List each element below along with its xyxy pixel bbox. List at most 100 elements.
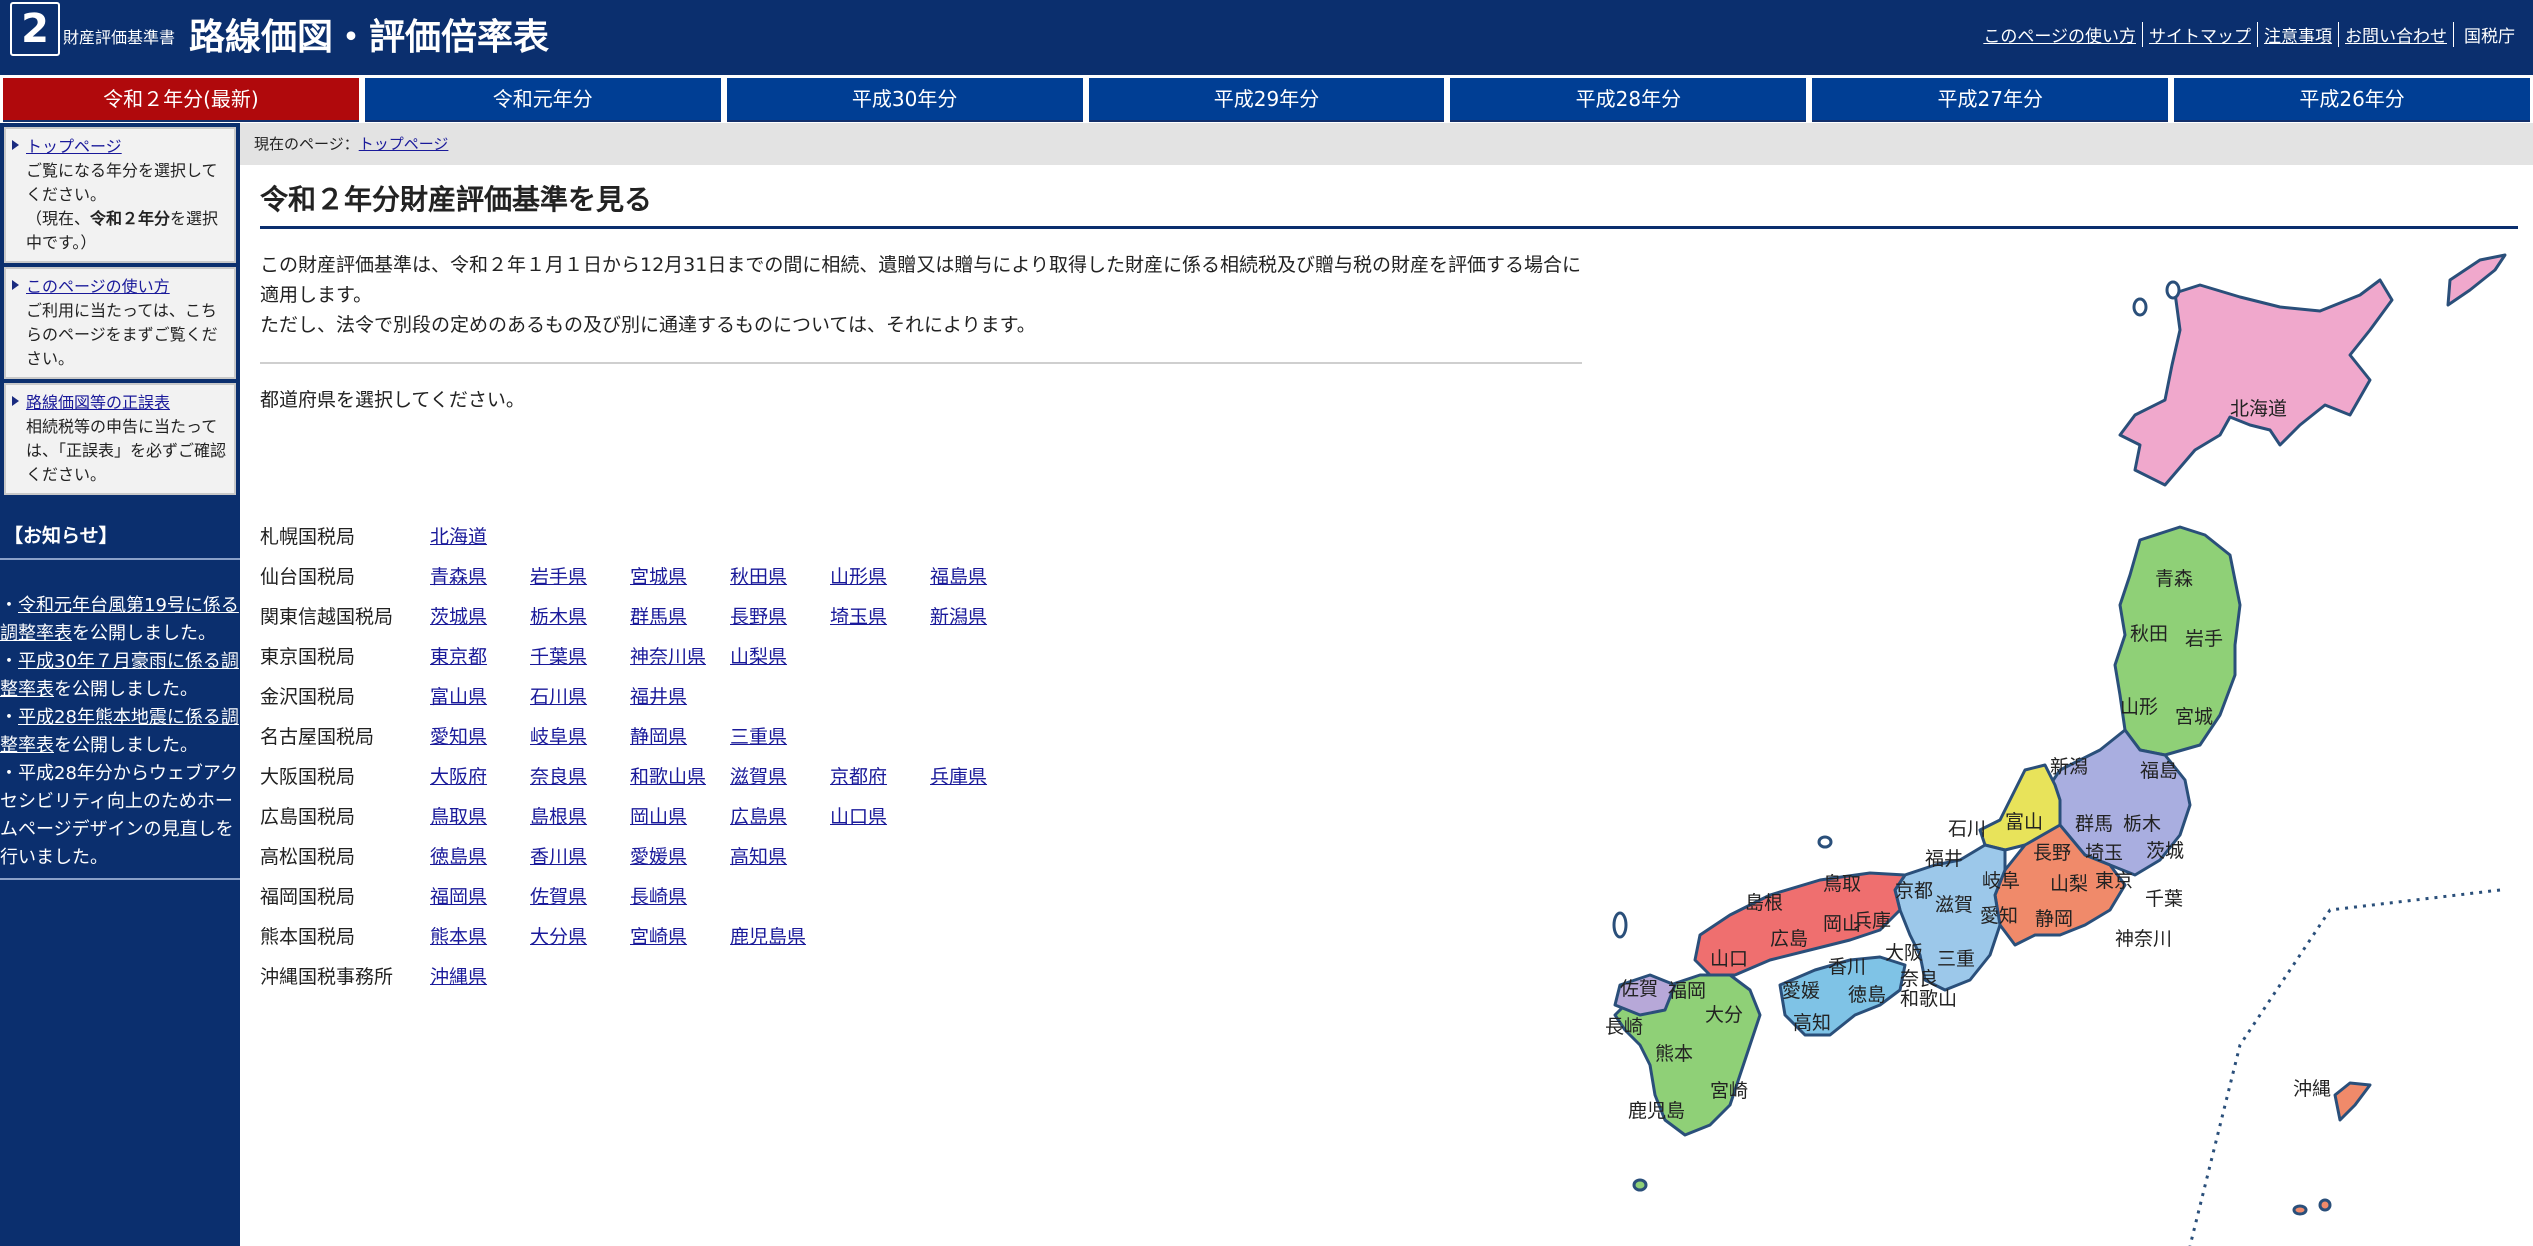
map-island[interactable] (2132, 297, 2148, 317)
pref-link[interactable]: 鹿児島県 (730, 922, 830, 949)
pref-link[interactable]: 茨城県 (430, 602, 530, 629)
sidebar-link-usage[interactable]: このページの使い方 (26, 277, 170, 296)
pref-link[interactable]: 東京都 (430, 642, 530, 669)
pref-link[interactable]: 群馬県 (630, 602, 730, 629)
pref-link[interactable]: 栃木県 (530, 602, 630, 629)
pref-link[interactable]: 高知県 (730, 842, 830, 869)
map-label-akita[interactable]: 秋田 (2130, 623, 2168, 645)
map-label-kochi[interactable]: 高知 (1793, 1012, 1831, 1034)
pref-link[interactable]: 新潟県 (930, 602, 1030, 629)
pref-link[interactable]: 長野県 (730, 602, 830, 629)
map-label-tochigi[interactable]: 栃木 (2123, 813, 2161, 835)
map-label-tokushima[interactable]: 徳島 (1848, 984, 1886, 1006)
link-contact[interactable]: お問い合わせ (2339, 22, 2454, 47)
map-label-hiroshima[interactable]: 広島 (1770, 928, 1808, 950)
map-label-hokkaido[interactable]: 北海道 (2230, 398, 2287, 420)
map-label-tottori[interactable]: 鳥取 (1823, 873, 1861, 895)
pref-link[interactable]: 三重県 (730, 722, 830, 749)
pref-link[interactable]: 北海道 (430, 522, 530, 549)
map-label-wakayama[interactable]: 和歌山 (1900, 988, 1957, 1010)
tab-h29[interactable]: 平成29年分 (1088, 78, 1445, 122)
pref-link[interactable]: 島根県 (530, 802, 630, 829)
pref-link[interactable]: 長崎県 (630, 882, 730, 909)
map-label-ishikawa[interactable]: 石川 (1948, 818, 1986, 840)
pref-link[interactable]: 徳島県 (430, 842, 530, 869)
pref-link[interactable]: 山形県 (830, 562, 930, 589)
map-label-shiga[interactable]: 滋賀 (1935, 894, 1973, 916)
pref-link[interactable]: 沖縄県 (430, 962, 530, 989)
map-label-gifu[interactable]: 岐阜 (1982, 870, 2020, 892)
map-label-mie[interactable]: 三重 (1937, 948, 1975, 970)
map-label-kagawa[interactable]: 香川 (1828, 956, 1866, 978)
map-island[interactable] (2292, 1204, 2308, 1216)
pref-link[interactable]: 滋賀県 (730, 762, 830, 789)
pref-link[interactable]: 愛媛県 (630, 842, 730, 869)
pref-link[interactable]: 秋田県 (730, 562, 830, 589)
link-sitemap[interactable]: サイトマップ (2143, 22, 2258, 47)
pref-link[interactable]: 神奈川県 (630, 642, 730, 669)
map-label-kyoto[interactable]: 京都 (1895, 880, 1933, 902)
map-label-miyagi[interactable]: 宮城 (2175, 706, 2213, 728)
map-label-fukuoka[interactable]: 福岡 (1668, 980, 1706, 1002)
pref-link[interactable]: 鳥取県 (430, 802, 530, 829)
map-label-ehime[interactable]: 愛媛 (1782, 980, 1820, 1002)
map-label-niigata[interactable]: 新潟 (2050, 756, 2088, 778)
map-label-aichi[interactable]: 愛知 (1980, 905, 2018, 927)
pref-link[interactable]: 福岡県 (430, 882, 530, 909)
link-how-to-use[interactable]: このページの使い方 (1977, 22, 2143, 47)
map-label-gunma[interactable]: 群馬 (2075, 813, 2113, 835)
tab-h28[interactable]: 平成28年分 (1450, 78, 1807, 122)
pref-link[interactable]: 佐賀県 (530, 882, 630, 909)
pref-link[interactable]: 静岡県 (630, 722, 730, 749)
map-label-chiba[interactable]: 千葉 (2145, 888, 2183, 910)
breadcrumb-link-top[interactable]: トップページ (359, 135, 449, 153)
map-label-kumamoto[interactable]: 熊本 (1655, 1043, 1693, 1065)
pref-link[interactable]: 青森県 (430, 562, 530, 589)
pref-link[interactable]: 大阪府 (430, 762, 530, 789)
map-label-toyama[interactable]: 富山 (2005, 811, 2043, 833)
map-label-shimane[interactable]: 島根 (1745, 892, 1783, 914)
map-island[interactable] (2165, 280, 2181, 300)
map-label-yamaguchi[interactable]: 山口 (1710, 948, 1748, 970)
map-island[interactable] (1817, 835, 1833, 849)
logo-icon[interactable]: 2 (10, 2, 60, 56)
map-label-shizuoka[interactable]: 静岡 (2035, 908, 2073, 930)
pref-link[interactable]: 福島県 (930, 562, 1030, 589)
sidebar-link-errata[interactable]: 路線価図等の正誤表 (26, 393, 170, 412)
pref-link[interactable]: 兵庫県 (930, 762, 1030, 789)
map-label-miyazaki[interactable]: 宮崎 (1710, 1080, 1748, 1102)
pref-link[interactable]: 宮城県 (630, 562, 730, 589)
pref-link[interactable]: 山口県 (830, 802, 930, 829)
pref-link[interactable]: 千葉県 (530, 642, 630, 669)
pref-link[interactable]: 京都府 (830, 762, 930, 789)
tab-h27[interactable]: 平成27年分 (1812, 78, 2169, 122)
sidebar-link-top[interactable]: トップページ (26, 137, 122, 156)
map-label-tokyo[interactable]: 東京 (2095, 870, 2133, 892)
map-label-ibaraki[interactable]: 茨城 (2146, 840, 2184, 862)
map-island-kunashiri[interactable] (2446, 253, 2507, 307)
pref-link[interactable]: 広島県 (730, 802, 830, 829)
map-island[interactable] (1612, 911, 1628, 939)
map-label-saitama[interactable]: 埼玉 (2085, 842, 2123, 864)
map-island[interactable] (1632, 1178, 1648, 1192)
pref-link[interactable]: 奈良県 (530, 762, 630, 789)
map-island[interactable] (2318, 1198, 2332, 1212)
pref-link[interactable]: 福井県 (630, 682, 730, 709)
pref-link[interactable]: 岡山県 (630, 802, 730, 829)
pref-link[interactable]: 富山県 (430, 682, 530, 709)
map-label-okayama[interactable]: 岡山 (1823, 913, 1861, 935)
tab-h26[interactable]: 平成26年分 (2174, 78, 2531, 122)
pref-link[interactable]: 岩手県 (530, 562, 630, 589)
pref-link[interactable]: 大分県 (530, 922, 630, 949)
tab-r1[interactable]: 令和元年分 (364, 78, 721, 122)
pref-link[interactable]: 岐阜県 (530, 722, 630, 749)
map-region-hokkaido[interactable] (2118, 278, 2394, 487)
pref-link[interactable]: 埼玉県 (830, 602, 930, 629)
map-label-nagano[interactable]: 長野 (2033, 842, 2071, 864)
map-label-nagasaki[interactable]: 長崎 (1605, 1016, 1643, 1038)
map-label-fukushima[interactable]: 福島 (2140, 760, 2178, 782)
map-label-iwate[interactable]: 岩手 (2185, 628, 2223, 650)
map-label-kagoshima[interactable]: 鹿児島 (1628, 1100, 1685, 1122)
map-label-nara[interactable]: 奈良 (1900, 968, 1938, 990)
pref-link[interactable]: 和歌山県 (630, 762, 730, 789)
